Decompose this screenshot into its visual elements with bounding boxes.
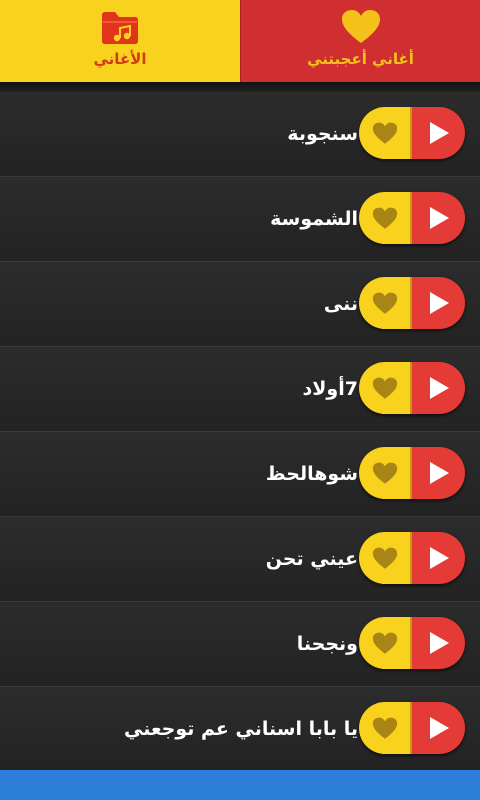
song-actions — [359, 362, 465, 414]
tab-favorites[interactable]: أغاني أعجبتني — [240, 0, 480, 82]
song-actions — [359, 277, 465, 329]
heart-icon — [372, 462, 397, 484]
song-title: يا بابا اسناني عم توجعني — [123, 718, 358, 740]
song-title: 7أولاد — [302, 378, 358, 400]
tab-favorites-label: أغاني أعجبتني — [307, 50, 414, 68]
play-icon — [429, 547, 449, 569]
favorite-button[interactable] — [359, 192, 412, 244]
heart-icon — [372, 632, 397, 654]
play-icon — [429, 122, 449, 144]
song-title: شوهالحظ — [265, 463, 358, 485]
song-actions — [359, 447, 465, 499]
heart-icon — [372, 547, 397, 569]
play-icon — [429, 377, 449, 399]
play-icon — [429, 207, 449, 229]
song-title: عيني تحن — [265, 548, 358, 570]
song-row[interactable]: سنجوبة — [0, 92, 480, 177]
song-actions — [359, 192, 465, 244]
play-icon — [429, 717, 449, 739]
heart-icon — [342, 10, 380, 43]
heart-icon — [372, 207, 397, 229]
heart-icon — [372, 122, 397, 144]
play-icon — [429, 632, 449, 654]
song-actions — [359, 702, 465, 754]
tab-bar-shadow — [0, 82, 480, 92]
favorite-button[interactable] — [359, 362, 412, 414]
tab-bar: الأغاني أغاني أعجبتني — [0, 0, 480, 82]
song-title: ننى — [323, 293, 358, 315]
song-actions — [359, 107, 465, 159]
play-icon — [429, 462, 449, 484]
play-button[interactable] — [412, 447, 465, 499]
tab-songs[interactable]: الأغاني — [0, 0, 240, 82]
song-row[interactable]: شوهالحظ — [0, 432, 480, 517]
play-button[interactable] — [412, 362, 465, 414]
play-icon — [429, 292, 449, 314]
favorite-button[interactable] — [359, 277, 412, 329]
favorite-button[interactable] — [359, 447, 412, 499]
favorite-button[interactable] — [359, 107, 412, 159]
heart-icon — [372, 377, 397, 399]
song-row[interactable]: يا بابا اسناني عم توجعني — [0, 687, 480, 772]
song-row[interactable]: ننى — [0, 262, 480, 347]
music-folder-icon — [102, 12, 138, 44]
play-button[interactable] — [412, 192, 465, 244]
song-list: سنجوبة الشموسة ننى 7أولاد شوهالحظ عيني ت… — [0, 92, 480, 772]
song-title: الشموسة — [270, 208, 358, 230]
play-button[interactable] — [412, 532, 465, 584]
song-actions — [359, 617, 465, 669]
tab-songs-label: الأغاني — [93, 50, 147, 68]
song-row[interactable]: الشموسة — [0, 177, 480, 262]
song-row[interactable]: 7أولاد — [0, 347, 480, 432]
heart-icon — [372, 292, 397, 314]
song-title: سنجوبة — [287, 123, 358, 145]
play-button[interactable] — [412, 277, 465, 329]
song-row[interactable]: عيني تحن — [0, 517, 480, 602]
play-button[interactable] — [412, 107, 465, 159]
song-title: ونجحنا — [296, 633, 358, 655]
song-row[interactable]: ونجحنا — [0, 602, 480, 687]
play-button[interactable] — [412, 617, 465, 669]
song-actions — [359, 532, 465, 584]
favorite-button[interactable] — [359, 702, 412, 754]
favorite-button[interactable] — [359, 617, 412, 669]
favorite-button[interactable] — [359, 532, 412, 584]
play-button[interactable] — [412, 702, 465, 754]
bottom-ad-bar — [0, 770, 480, 800]
heart-icon — [372, 717, 397, 739]
